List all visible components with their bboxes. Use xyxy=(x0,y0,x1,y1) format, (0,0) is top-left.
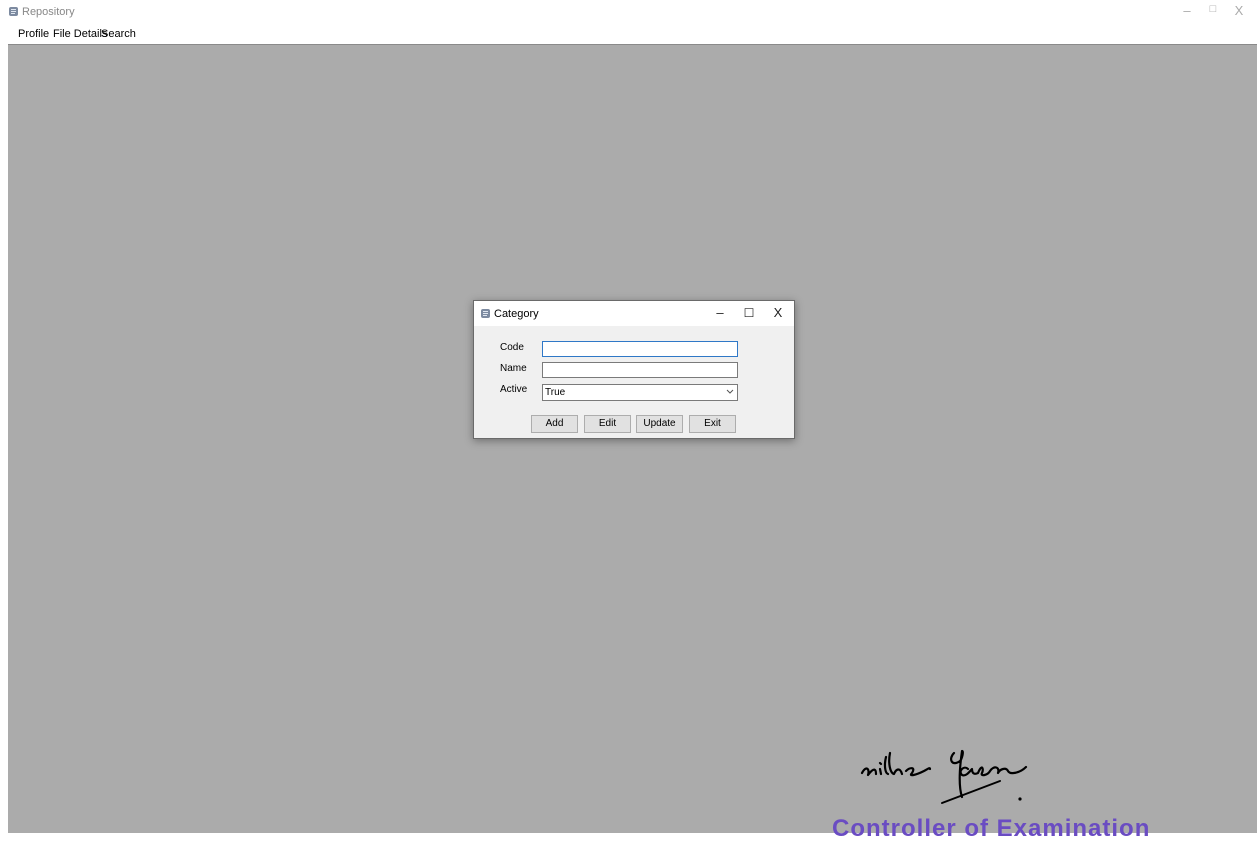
dialog-title: Category xyxy=(494,308,539,320)
scroll-icon xyxy=(9,7,18,16)
close-button[interactable]: X xyxy=(1228,3,1250,18)
chevron-down-icon xyxy=(726,389,734,394)
name-label: Name xyxy=(500,363,527,374)
handwritten-signature xyxy=(860,749,1028,804)
app-title: Repository xyxy=(22,6,75,18)
code-field[interactable] xyxy=(542,341,738,357)
app-title-bar: Repository – □ X xyxy=(0,0,1257,24)
active-select[interactable]: True xyxy=(542,384,738,401)
code-label: Code xyxy=(500,342,524,353)
menu-profile[interactable]: Profile xyxy=(18,28,49,40)
active-select-value: True xyxy=(545,387,566,398)
edit-button[interactable]: Edit xyxy=(584,415,631,433)
dialog-maximize-button[interactable]: ☐ xyxy=(737,304,761,322)
dialog-close-button[interactable]: X xyxy=(766,304,790,322)
dialog-title-bar[interactable]: Category – ☐ X xyxy=(474,301,794,326)
menu-file-details[interactable]: File Details xyxy=(53,28,107,40)
menu-search[interactable]: Search xyxy=(101,28,136,40)
dialog-minimize-button[interactable]: – xyxy=(708,304,732,322)
active-label: Active xyxy=(500,384,528,395)
scroll-icon xyxy=(481,309,490,318)
maximize-button[interactable]: □ xyxy=(1202,3,1224,15)
name-field[interactable] xyxy=(542,362,738,378)
update-button[interactable]: Update xyxy=(636,415,683,433)
add-button[interactable]: Add xyxy=(531,415,578,433)
stamp-text: Controller of Examination xyxy=(832,815,1151,842)
exit-button[interactable]: Exit xyxy=(689,415,736,433)
category-dialog: Category – ☐ X Code Name Active True Add… xyxy=(473,300,795,439)
menu-bar: Profile File Details Search xyxy=(0,25,1257,43)
minimize-button[interactable]: – xyxy=(1176,3,1198,18)
